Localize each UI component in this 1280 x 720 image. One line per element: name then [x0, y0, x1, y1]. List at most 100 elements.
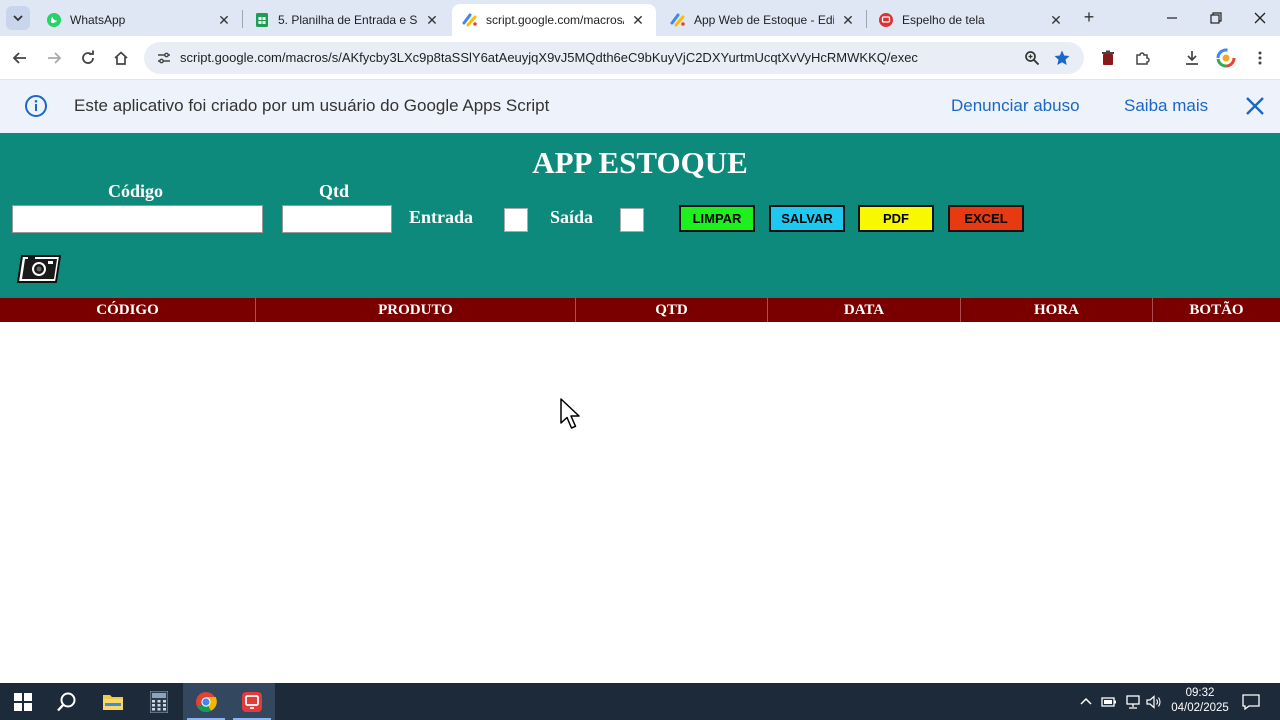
battery-icon [1101, 696, 1116, 707]
salvar-button[interactable]: SALVAR [769, 205, 845, 232]
tab-espelho-de-tela[interactable]: Espelho de tela ✕ [868, 4, 1074, 36]
entrada-checkbox[interactable] [504, 208, 528, 232]
downloads-button[interactable] [1180, 46, 1204, 70]
close-icon [1254, 12, 1266, 24]
more-vertical-icon [1258, 51, 1262, 65]
limpar-button[interactable]: LIMPAR [679, 205, 755, 232]
zoom-icon[interactable] [1020, 46, 1044, 70]
tab-search-button[interactable] [6, 6, 30, 30]
camera-icon[interactable] [16, 252, 64, 284]
arrow-left-icon [12, 52, 26, 64]
site-info-icon[interactable] [152, 46, 176, 70]
screen-mirror-icon [242, 691, 262, 712]
saida-checkbox[interactable] [620, 208, 644, 232]
apps-script-icon [670, 12, 686, 28]
back-button[interactable] [8, 46, 32, 70]
close-tab-icon[interactable]: ✕ [840, 12, 856, 28]
puzzle-icon [1136, 52, 1150, 65]
notification-icon [1242, 693, 1260, 710]
search-button[interactable] [44, 683, 90, 720]
windows-taskbar: 09:32 04/02/2025 [0, 683, 1280, 720]
close-window-button[interactable] [1238, 0, 1280, 36]
tab-title: 5. Planilha de Entrada e Saída [278, 13, 418, 27]
tab-app-web-estoque[interactable]: App Web de Estoque - Editor ✕ [660, 4, 866, 36]
network-icon [1126, 694, 1140, 709]
mouse-cursor-icon [560, 398, 580, 429]
bookmark-star-icon[interactable] [1050, 46, 1074, 70]
close-tab-icon[interactable]: ✕ [216, 12, 232, 28]
file-explorer-button[interactable] [90, 683, 136, 720]
start-button[interactable] [0, 683, 46, 720]
app-header: APP ESTOQUE Código Qtd Entrada Saída LIM… [0, 133, 1280, 298]
whatsapp-icon [46, 12, 62, 28]
close-icon[interactable] [1244, 95, 1266, 117]
arrow-right-icon [48, 52, 62, 64]
network-tray-button[interactable] [1122, 683, 1144, 720]
chevron-up-icon [1080, 697, 1092, 705]
column-header-produto: PRODUTO [256, 298, 576, 322]
tab-separator [866, 10, 867, 28]
browser-toolbar: script.google.com/macros/s/AKfycby3LXc9p… [0, 36, 1280, 80]
restore-button[interactable] [1194, 0, 1238, 36]
volume-tray-button[interactable] [1144, 683, 1164, 720]
address-bar[interactable]: script.google.com/macros/s/AKfycby3LXc9p… [144, 42, 1084, 74]
reload-icon [82, 50, 94, 64]
home-button[interactable] [109, 46, 133, 70]
entrada-label: Entrada [409, 207, 474, 227]
column-header-hora: HORA [961, 298, 1153, 322]
screen-mirror-taskbar-button[interactable] [229, 683, 275, 720]
excel-button[interactable]: EXCEL [948, 205, 1024, 232]
url-text: script.google.com/macros/s/AKfycby3LXc9p… [180, 50, 918, 65]
close-tab-icon[interactable]: ✕ [630, 12, 646, 28]
table-header: CÓDIGO PRODUTO QTD DATA HORA BOTÃO [0, 298, 1280, 322]
volume-icon [1146, 694, 1161, 709]
file-explorer-icon [103, 694, 123, 710]
close-tab-icon[interactable]: ✕ [1048, 12, 1064, 28]
tab-separator [242, 10, 243, 28]
minimize-button[interactable] [1150, 0, 1194, 36]
tab-title: script.google.com/macros/s [486, 13, 624, 27]
clock-date: 04/02/2025 [1171, 702, 1229, 714]
qtd-label: Qtd [319, 181, 350, 201]
new-tab-button[interactable]: + [1078, 6, 1100, 28]
learn-more-link[interactable]: Saiba mais [1124, 96, 1208, 116]
profile-avatar-icon [1216, 48, 1236, 68]
home-icon [114, 51, 128, 65]
battery-tray-button[interactable] [1098, 683, 1120, 720]
chrome-icon [196, 691, 217, 712]
codigo-input[interactable] [12, 205, 263, 233]
extension-button[interactable] [1096, 46, 1120, 70]
pdf-button[interactable]: PDF [858, 205, 934, 232]
chrome-button[interactable] [183, 683, 229, 720]
profile-button[interactable] [1214, 46, 1238, 70]
tab-title: Espelho de tela [902, 13, 985, 27]
tab-script-google[interactable]: script.google.com/macros/s ✕ [452, 4, 656, 36]
forward-button[interactable] [42, 46, 66, 70]
restore-icon [1210, 12, 1222, 24]
report-abuse-link[interactable]: Denunciar abuso [951, 96, 1080, 116]
system-clock[interactable]: 09:32 04/02/2025 [1164, 686, 1236, 716]
browser-menu-button[interactable] [1248, 46, 1272, 70]
qtd-input[interactable] [282, 205, 392, 233]
extensions-menu-button[interactable] [1130, 46, 1154, 70]
tab-planilha[interactable]: 5. Planilha de Entrada e Saída ✕ [244, 4, 450, 36]
column-header-qtd: QTD [576, 298, 768, 322]
trash-icon [1102, 50, 1114, 65]
info-message: Este aplicativo foi criado por um usuári… [74, 96, 550, 115]
codigo-label: Código [108, 181, 164, 201]
show-hidden-icons-button[interactable] [1076, 683, 1096, 720]
apps-script-icon [462, 12, 478, 28]
close-tab-icon[interactable]: ✕ [424, 12, 440, 28]
tab-whatsapp[interactable]: WhatsApp ✕ [36, 4, 242, 36]
screen-mirror-icon [878, 12, 894, 28]
reload-button[interactable] [76, 46, 100, 70]
tab-strip: WhatsApp ✕ 5. Planilha de Entrada e Saíd… [0, 0, 1280, 36]
windows-start-icon [14, 692, 32, 711]
notifications-button[interactable] [1238, 683, 1264, 720]
app-title: APP ESTOQUE [532, 145, 748, 180]
calculator-button[interactable] [136, 683, 182, 720]
sheets-icon [254, 12, 270, 28]
clock-time: 09:32 [1185, 687, 1215, 699]
column-header-botao: BOTÃO [1189, 301, 1244, 318]
chevron-down-icon [13, 15, 23, 22]
